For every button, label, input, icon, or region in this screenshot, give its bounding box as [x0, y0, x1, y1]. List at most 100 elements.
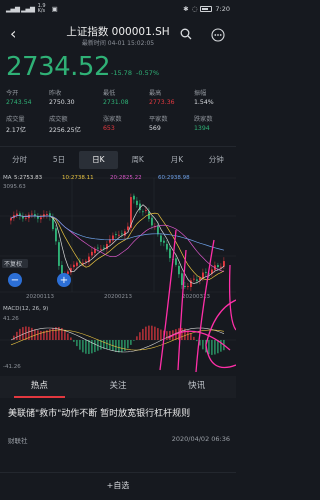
candle-body [58, 242, 60, 266]
period-selector: 分时 5日 日K 周K 月K 分钟 [0, 151, 236, 169]
kline-chart[interactable]: MA 5:2753.83 10:2738.11 20:2825.22 60:2938.9… [0, 170, 237, 375]
candle-body [133, 195, 135, 200]
candle-body [175, 258, 177, 265]
candle-body [142, 211, 144, 213]
period-tab[interactable]: 5日 [39, 151, 78, 169]
news-title[interactable]: 美联储"救市"动作不断 暂时放宽银行杠杆规则 [8, 408, 230, 420]
candle-body [157, 225, 159, 235]
candle-body [121, 233, 123, 235]
silent-icon: ◌ [191, 5, 198, 13]
change-percent: -0.57% [136, 69, 160, 77]
candle-body [55, 228, 57, 242]
stat-item: 涨家数 653 [103, 114, 122, 132]
period-tab[interactable]: 分钟 [197, 151, 236, 169]
x-axis-date: 20200313 [182, 294, 210, 300]
stat-item: 昨收 2750.30 [49, 88, 75, 106]
news-tab[interactable]: 关注 [79, 376, 158, 398]
candle-body [145, 210, 147, 211]
price-change: -15.78 -0.57% [111, 69, 159, 77]
ma-legend-label: MA [3, 175, 12, 181]
stat-label: 成交额 [49, 116, 68, 123]
x-axis-date: 20200213 [104, 294, 132, 300]
stat-value: 2256.25亿 [49, 127, 81, 134]
candle-body [97, 247, 99, 249]
stat-value: 1394 [194, 125, 210, 132]
candle-body [196, 279, 198, 281]
notification-icon: ▣ [51, 5, 58, 13]
stat-label: 涨家数 [103, 116, 122, 123]
news-time: 2020/04/02 06:36 [171, 435, 230, 443]
stat-label: 振幅 [194, 90, 207, 97]
candle-body [10, 218, 12, 221]
stat-value: 1.54% [194, 99, 214, 106]
stat-item: 最低 2731.08 [103, 88, 129, 106]
candle-body [178, 265, 180, 275]
stat-item: 成交额 2256.25亿 [49, 114, 81, 134]
stat-label: 最低 [103, 90, 116, 97]
current-price: 2734.52 [6, 52, 111, 82]
signal-icon: ▂▄▆ ▂▄▆ [6, 5, 35, 13]
stat-item: 成交量 2.17亿 [6, 114, 26, 134]
page-title: 上证指数 000001.SH [66, 26, 170, 38]
restore-label: 不复权 [4, 260, 22, 268]
stat-label: 昨收 [49, 90, 62, 97]
period-tab[interactable]: 周K [118, 151, 157, 169]
ma60-legend: 60:2938.98 [158, 175, 190, 181]
search-icon[interactable] [180, 28, 192, 40]
macd-top: 41.26 [3, 316, 19, 322]
candle-body [118, 234, 120, 236]
stat-label: 平家数 [149, 116, 168, 123]
period-tab[interactable]: 分时 [0, 151, 39, 169]
bluetooth-icon: ✱ [183, 5, 189, 13]
news-tab[interactable]: 热点 [0, 376, 79, 398]
stat-item: 平家数 569 [149, 114, 168, 132]
period-tab[interactable]: 日K [78, 151, 118, 169]
update-time: 最新时间 04-01 15:02:05 [81, 40, 155, 47]
candle-body [127, 226, 129, 230]
macd-bottom: -41.26 [3, 364, 21, 370]
ma20-legend: 20:2825.22 [110, 175, 142, 181]
stat-item: 振幅 1.54% [194, 88, 214, 106]
kline-chart-svg: MA 5:2753.83 10:2738.11 20:2825.22 60:2938.9… [0, 175, 237, 373]
divider [0, 146, 236, 147]
battery-icon [200, 6, 213, 12]
stat-item: 今开 2743.54 [6, 88, 32, 106]
candle-body [220, 266, 222, 268]
macd-label: MACD(12, 26, 9) [3, 306, 48, 312]
ma20-line [10, 215, 225, 272]
news-item[interactable]: 美联储"救市"动作不断 暂时放宽银行杠杆规则 财联社 2020/04/02 06… [0, 402, 236, 452]
candle-body [169, 248, 171, 259]
candle-body [91, 251, 93, 256]
candle-body [223, 261, 225, 267]
candle-body [187, 286, 189, 287]
bottom-bar: +自选 [0, 472, 236, 500]
more-icon[interactable] [211, 28, 225, 42]
candle-body [160, 235, 162, 242]
news-source: 财联社 [8, 437, 28, 445]
stat-item: 最高 2773.36 [149, 88, 175, 106]
candle-body [40, 217, 42, 220]
annotation-stroke [205, 299, 237, 369]
stat-value: 2750.30 [49, 99, 75, 106]
stat-value: 569 [149, 125, 161, 132]
add-watchlist-button[interactable]: +自选 [0, 480, 236, 491]
zoom-in-button-glyph: + [60, 275, 68, 286]
stat-label: 今开 [6, 90, 19, 97]
annotation-stroke [159, 229, 177, 371]
candle-body [205, 271, 207, 273]
ma5-legend: 5:2753.83 [14, 175, 43, 181]
stat-label: 成交量 [6, 116, 25, 123]
candle-body [46, 213, 48, 215]
clock: 7:20 [215, 5, 230, 13]
ma10-legend: 10:2738.11 [62, 175, 94, 181]
network-speed: 1.9 K/s [37, 3, 46, 14]
status-bar: ▂▄▆ ▂▄▆ 1.9 K/s ▣ ✱ ◌ 7:20 [0, 0, 236, 18]
annotation-stroke [228, 264, 237, 331]
stat-value: 2731.08 [103, 99, 129, 106]
candle-body [163, 240, 165, 243]
news-tab[interactable]: 快讯 [157, 376, 236, 398]
candle-body [25, 217, 27, 219]
period-tab[interactable]: 月K [157, 151, 196, 169]
stat-label: 跌家数 [194, 116, 213, 123]
stat-label: 最高 [149, 90, 162, 97]
